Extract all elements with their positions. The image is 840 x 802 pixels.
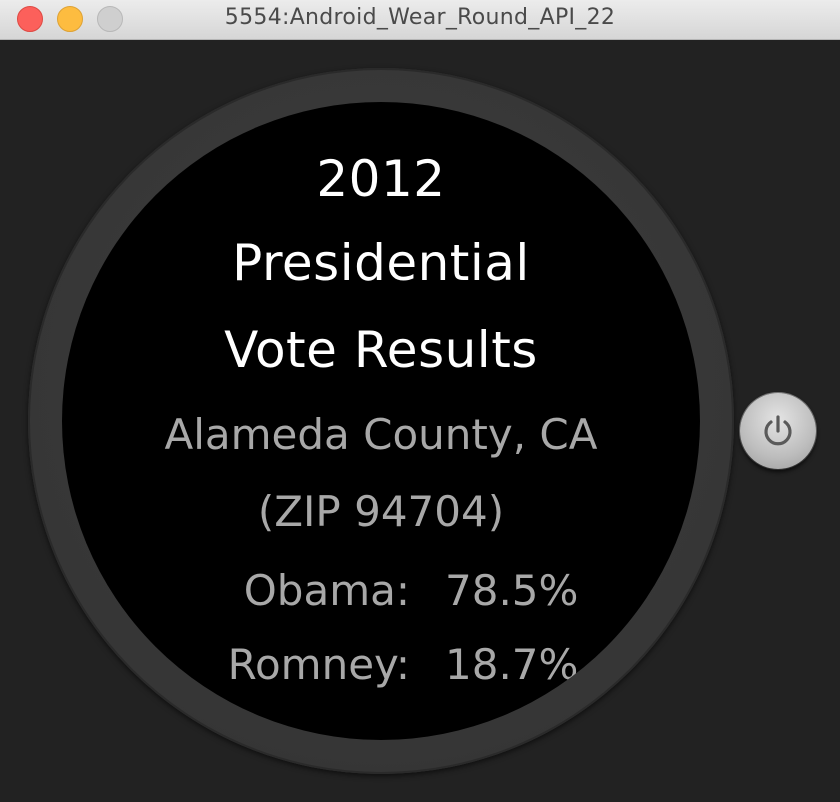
title-line-presidential: Presidential xyxy=(232,234,530,292)
title-line-year: 2012 xyxy=(316,150,446,208)
location-zip: (ZIP 94704) xyxy=(257,487,505,536)
candidate-percentage: 18.7% xyxy=(445,640,579,689)
watch-bezel: 2012 Presidential Vote Results Alameda C… xyxy=(28,68,734,774)
power-icon xyxy=(764,415,792,446)
result-row-romney: Romney: 18.7% xyxy=(62,640,700,700)
emulator-content: 2012 Presidential Vote Results Alameda C… xyxy=(0,40,840,802)
title-line-vote-results: Vote Results xyxy=(224,321,538,379)
candidate-name: Romney: xyxy=(227,640,410,689)
window-title: 5554:Android_Wear_Round_API_22 xyxy=(224,5,616,30)
watch-screen[interactable]: 2012 Presidential Vote Results Alameda C… xyxy=(62,102,700,740)
location-county: Alameda County, CA xyxy=(164,410,598,459)
candidate-name: Obama: xyxy=(243,566,410,615)
power-button[interactable] xyxy=(740,393,816,469)
title-bar[interactable]: 5554:Android_Wear_Round_API_22 xyxy=(0,0,840,40)
result-row-obama: Obama: 78.5% xyxy=(62,566,700,626)
candidate-percentage: 78.5% xyxy=(445,566,579,615)
emulator-window: 5554:Android_Wear_Round_API_22 2012 Pres… xyxy=(0,0,840,802)
